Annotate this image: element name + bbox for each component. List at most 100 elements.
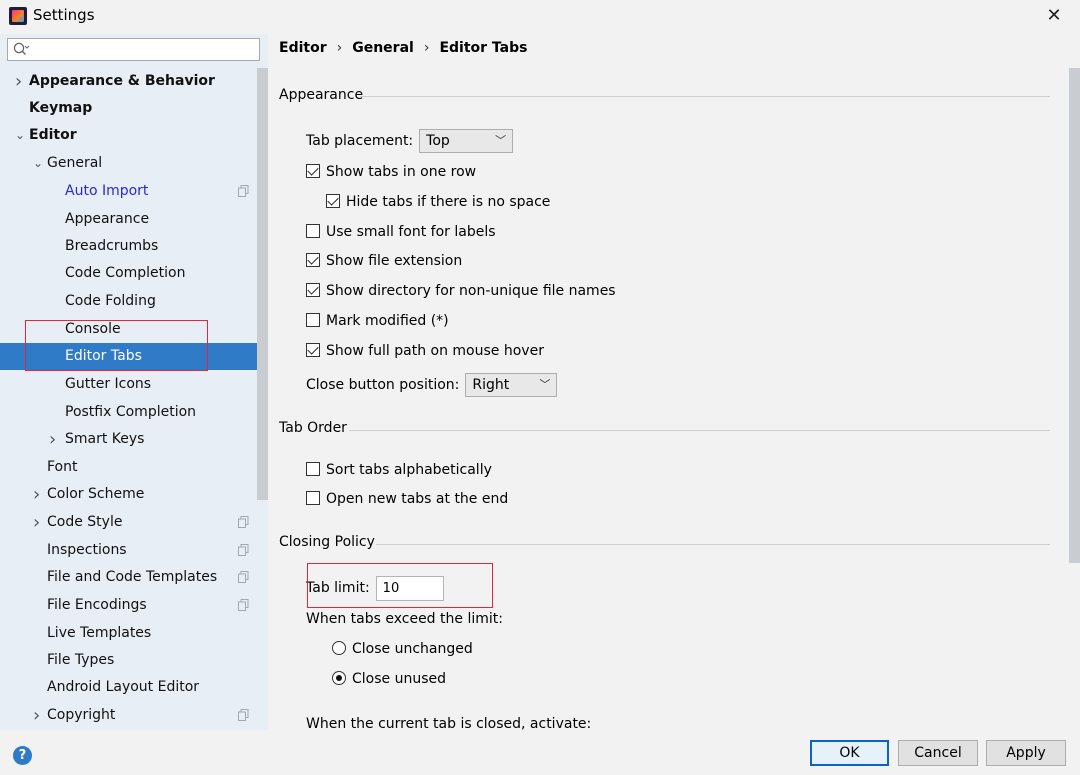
sidebar-item-editor[interactable]: ⌄ Editor — [0, 122, 256, 149]
sidebar-item-postfix-completion[interactable]: Postfix Completion — [0, 399, 256, 426]
show-directory-label: Show directory for non-unique file names — [326, 283, 616, 299]
sidebar-item-label: Font — [47, 459, 78, 475]
breadcrumb-editor: Editor — [279, 40, 327, 56]
sidebar-item-console[interactable]: Console — [0, 316, 256, 343]
show-file-extension-checkbox[interactable] — [306, 253, 320, 267]
sidebar-item-keymap[interactable]: Keymap — [0, 95, 256, 122]
chevron-right-icon[interactable]: › — [33, 702, 45, 729]
sidebar-item-inspections[interactable]: Inspections — [0, 537, 256, 564]
close-unused-option[interactable]: Close unused — [332, 669, 446, 689]
tab-placement-row: Tab placement: Top ﹀ — [306, 129, 514, 153]
window-title: Settings — [33, 6, 95, 24]
show-file-extension-option[interactable]: Show file extension — [306, 251, 462, 271]
tab-placement-select[interactable]: Top ﹀ — [419, 129, 514, 153]
show-directory-option[interactable]: Show directory for non-unique file names — [306, 281, 616, 301]
sidebar-item-label: Code Completion — [65, 265, 186, 281]
chevron-right-icon[interactable]: › — [49, 426, 61, 453]
tab-limit-input[interactable] — [375, 575, 444, 601]
apply-button[interactable]: Apply — [986, 740, 1066, 766]
search-box[interactable] — [7, 38, 260, 61]
sidebar-item-gutter-icons[interactable]: Gutter Icons — [0, 371, 256, 398]
breadcrumb-general: General — [352, 40, 414, 56]
chevron-down-icon: ﹀ — [539, 378, 551, 391]
sidebar-item-label: Appearance — [65, 211, 150, 227]
sidebar-item-editor-tabs[interactable]: Editor Tabs — [0, 343, 268, 370]
project-scope-icon — [238, 599, 249, 611]
open-at-end-checkbox[interactable] — [306, 491, 320, 505]
small-font-labels-checkbox[interactable] — [306, 224, 320, 238]
breadcrumb-editor-tabs: Editor Tabs — [439, 40, 528, 56]
hide-tabs-no-space-option[interactable]: Hide tabs if there is no space — [326, 192, 550, 212]
chevron-right-icon[interactable]: › — [33, 509, 45, 536]
sidebar-item-general[interactable]: ⌄ General — [0, 150, 256, 177]
project-scope-icon — [238, 571, 249, 583]
close-icon[interactable]: ✕ — [1042, 4, 1066, 28]
close-unused-radio[interactable] — [332, 671, 346, 685]
chevron-down-icon[interactable]: ⌄ — [15, 122, 27, 149]
chevron-right-icon[interactable]: › — [15, 68, 27, 95]
sidebar-item-android-layout-editor[interactable]: Android Layout Editor — [0, 674, 256, 701]
sidebar-item-code-completion[interactable]: Code Completion — [0, 260, 256, 287]
ok-button[interactable]: OK — [810, 740, 889, 766]
section-divider — [349, 430, 1050, 431]
settings-sidebar: › Appearance & Behavior Keymap ⌄ Editor ⌄ Gene… — [0, 34, 268, 730]
small-font-labels-label: Use small font for labels — [326, 224, 496, 240]
sidebar-item-label: General — [47, 155, 103, 171]
chevron-down-icon[interactable]: ⌄ — [33, 150, 45, 177]
hide-tabs-no-space-checkbox[interactable] — [326, 194, 340, 208]
search-input[interactable] — [32, 40, 252, 59]
sidebar-item-file-and-code-templates[interactable]: File and Code Templates — [0, 564, 256, 591]
mark-modified-checkbox[interactable] — [306, 313, 320, 327]
sidebar-item-live-templates[interactable]: Live Templates — [0, 620, 256, 647]
sidebar-item-color-scheme[interactable]: › Color Scheme — [0, 481, 256, 508]
sidebar-item-label: Appearance & Behavior — [29, 73, 215, 89]
sidebar-item-file-types[interactable]: File Types — [0, 647, 256, 674]
close-unchanged-label: Close unchanged — [352, 641, 473, 657]
sidebar-item-auto-import[interactable]: Auto Import — [0, 178, 256, 205]
small-font-labels-option[interactable]: Use small font for labels — [306, 222, 496, 242]
show-full-path-checkbox[interactable] — [306, 343, 320, 357]
close-unchanged-option[interactable]: Close unchanged — [332, 639, 473, 659]
close-button-position-row: Close button position: Right ﹀ — [306, 373, 558, 397]
sidebar-item-appearance-behavior[interactable]: › Appearance & Behavior — [0, 68, 256, 95]
sidebar-item-label: Console — [65, 321, 121, 337]
editor-tabs-panel: Editor › General › Editor Tabs Appearance Ta… — [268, 34, 1080, 730]
sort-alpha-checkbox[interactable] — [306, 462, 320, 476]
main-scrollbar[interactable] — [1069, 68, 1080, 563]
sidebar-item-label: Editor — [29, 127, 77, 143]
mark-modified-option[interactable]: Mark modified (*) — [306, 311, 449, 331]
show-tabs-one-row-option[interactable]: Show tabs in one row — [306, 162, 476, 182]
show-directory-checkbox[interactable] — [306, 283, 320, 297]
sidebar-item-label: Code Folding — [65, 293, 156, 309]
sidebar-item-breadcrumbs[interactable]: Breadcrumbs — [0, 233, 256, 260]
open-at-end-label: Open new tabs at the end — [326, 491, 509, 507]
sidebar-item-code-style[interactable]: › Code Style — [0, 509, 256, 536]
show-full-path-option[interactable]: Show full path on mouse hover — [306, 341, 544, 361]
section-closing-policy-title: Closing Policy — [279, 534, 375, 550]
close-unchanged-radio[interactable] — [332, 641, 346, 655]
sidebar-item-font[interactable]: Font — [0, 454, 256, 481]
section-divider — [360, 96, 1050, 97]
sort-alpha-option[interactable]: Sort tabs alphabetically — [306, 460, 492, 480]
sidebar-item-label: File Encodings — [47, 597, 147, 613]
sidebar-item-copyright[interactable]: › Copyright — [0, 702, 256, 729]
show-tabs-one-row-label: Show tabs in one row — [326, 164, 477, 180]
chevron-right-icon[interactable]: › — [33, 481, 45, 508]
cancel-button[interactable]: Cancel — [898, 740, 978, 766]
close-unused-label: Close unused — [352, 671, 447, 687]
sidebar-item-label: Editor Tabs — [65, 348, 142, 364]
show-tabs-one-row-checkbox[interactable] — [306, 164, 320, 178]
project-scope-icon — [238, 544, 249, 556]
sidebar-item-appearance[interactable]: Appearance — [0, 206, 256, 233]
sidebar-item-code-folding[interactable]: Code Folding — [0, 288, 256, 315]
section-appearance-title: Appearance — [279, 87, 364, 103]
help-icon[interactable]: ? — [13, 746, 32, 765]
close-button-position-select[interactable]: Right ﹀ — [465, 373, 558, 397]
dialog-footer: ? OK Cancel Apply — [0, 730, 1080, 775]
sidebar-item-file-encodings[interactable]: File Encodings — [0, 592, 256, 619]
open-at-end-option[interactable]: Open new tabs at the end — [306, 489, 508, 509]
sidebar-item-smart-keys[interactable]: › Smart Keys — [0, 426, 256, 453]
sidebar-scrollbar[interactable] — [257, 68, 268, 500]
tab-placement-label: Tab placement: — [306, 133, 414, 149]
breadcrumb-separator: › — [423, 40, 430, 56]
